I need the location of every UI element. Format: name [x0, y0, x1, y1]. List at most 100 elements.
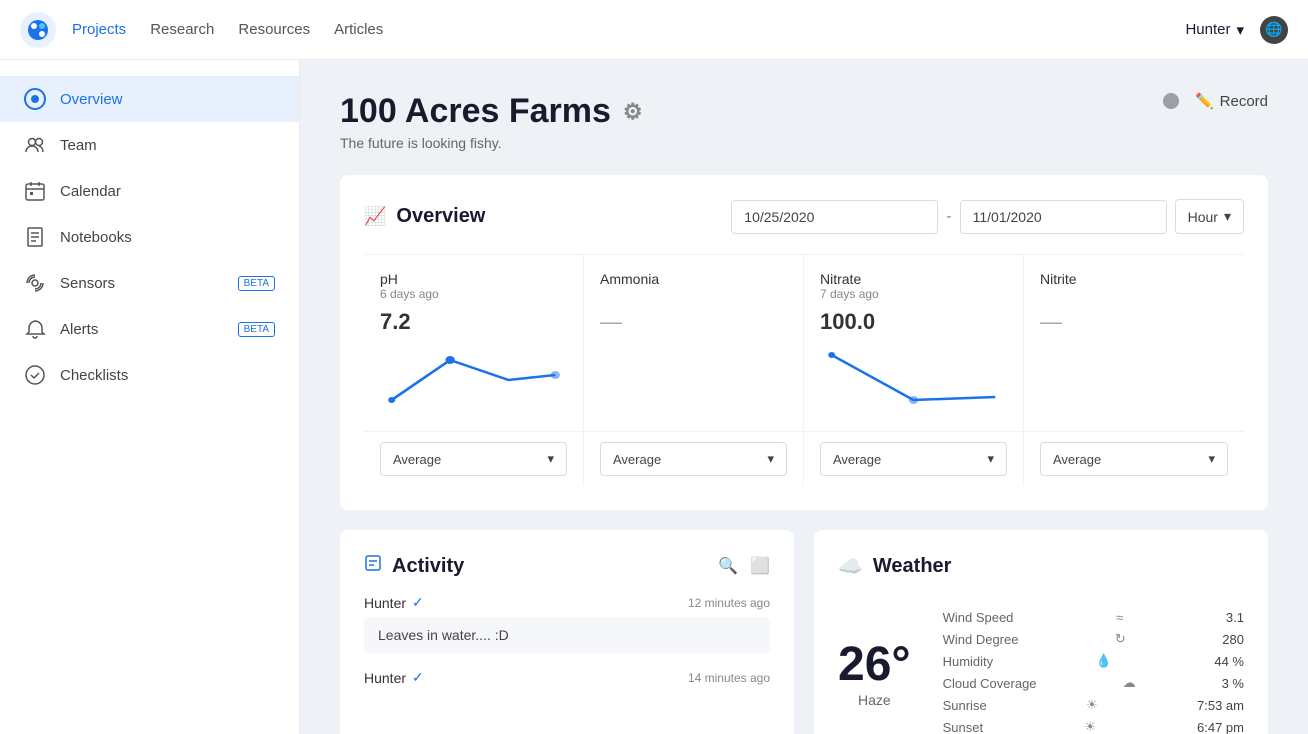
weather-wind-degree: Wind Degree ↻ 280 [943, 628, 1244, 650]
time-unit-label: Hour [1188, 209, 1218, 225]
ammonia-time [600, 287, 787, 301]
overview-card: 📈 Overview - Hour ▾ pH [340, 175, 1268, 510]
nav-resources[interactable]: Resources [238, 21, 310, 38]
nitrite-label: Nitrite [1040, 271, 1228, 287]
ammonia-chart [600, 335, 787, 415]
weather-cloud-coverage: Cloud Coverage ☁ 3 % [943, 672, 1244, 694]
chart-icon: 📈 [364, 206, 386, 227]
record-label: Record [1220, 93, 1268, 110]
activity-icon [364, 554, 382, 578]
pencil-icon: ✏️ [1195, 92, 1214, 110]
overview-card-header: 📈 Overview - Hour ▾ [364, 199, 1244, 234]
page-header-right: ✏️ Record [1163, 92, 1268, 110]
nav-articles[interactable]: Articles [334, 21, 383, 38]
weather-temp-area: 26° Haze [838, 637, 911, 708]
ammonia-average-dropdown[interactable]: Average ▾ [600, 442, 787, 476]
ammonia-label: Ammonia [600, 271, 787, 287]
wind-speed-icon: ≈ [1116, 610, 1123, 625]
app-logo[interactable] [20, 12, 56, 48]
nav-projects[interactable]: Projects [72, 21, 126, 38]
user-menu[interactable]: Hunter ▾ [1185, 21, 1244, 39]
page-header: 100 Acres Farms ⚙ The future is looking … [340, 92, 1268, 151]
team-icon [24, 134, 46, 156]
sidebar-item-checklists[interactable]: Checklists [0, 352, 299, 398]
nitrate-time: 7 days ago [820, 287, 1007, 301]
date-separator: - [946, 208, 951, 226]
weather-wind-speed: Wind Speed ≈ 3.1 [943, 607, 1244, 628]
ammonia-dropdown-cell: Average ▾ [584, 432, 804, 486]
activity-actions: 🔍 ⬜ [718, 556, 770, 576]
page-title: 100 Acres Farms ⚙ [340, 92, 643, 131]
weather-header: ☁️ Weather [838, 554, 1244, 579]
ammonia-dropdown-chevron: ▾ [767, 451, 774, 467]
weather-sunrise: Sunrise ☀ 7:53 am [943, 694, 1244, 716]
sidebar-item-sensors[interactable]: Sensors BETA [0, 260, 299, 306]
globe-icon[interactable]: 🌐 [1260, 16, 1288, 44]
nitrate-label: Nitrate [820, 271, 1007, 287]
dropdowns-row: Average ▾ Average ▾ Average ▾ [364, 431, 1244, 486]
sidebar-item-alerts[interactable]: Alerts BETA [0, 306, 299, 352]
cloud-coverage-icon: ☁ [1123, 675, 1136, 691]
ph-dropdown-chevron: ▾ [547, 451, 554, 467]
date-to-input[interactable] [960, 200, 1167, 234]
check-icon-1: ✓ [412, 669, 424, 686]
activity-message-0: Leaves in water.... :D [364, 617, 770, 653]
user-name: Hunter [1185, 21, 1230, 38]
time-unit-select[interactable]: Hour ▾ [1175, 199, 1244, 234]
record-button[interactable]: ✏️ Record [1195, 92, 1268, 110]
sidebar-item-notebooks[interactable]: Notebooks [0, 214, 299, 260]
sidebar-item-calendar[interactable]: Calendar [0, 168, 299, 214]
chevron-down-icon: ▾ [1224, 208, 1231, 225]
nitrate-value: 100.0 [820, 309, 1007, 335]
ph-dropdown-cell: Average ▾ [364, 432, 584, 486]
nitrite-average-dropdown[interactable]: Average ▾ [1040, 442, 1228, 476]
sidebar-label-team: Team [60, 137, 97, 154]
nitrite-chart [1040, 335, 1228, 415]
main-content: 100 Acres Farms ⚙ The future is looking … [300, 60, 1308, 734]
wind-degree-icon: ↻ [1115, 631, 1126, 647]
sensors-beta-badge: BETA [238, 276, 275, 291]
weather-humidity: Humidity 💧 44 % [943, 650, 1244, 672]
sidebar-label-checklists: Checklists [60, 367, 128, 384]
sidebar-label-alerts: Alerts [60, 321, 98, 338]
activity-user-0: Hunter ✓ [364, 594, 424, 611]
nitrate-dropdown-chevron: ▾ [987, 451, 994, 467]
gear-icon[interactable]: ⚙ [623, 99, 643, 125]
sunrise-icon: ☀ [1086, 697, 1098, 713]
sidebar-label-overview: Overview [60, 91, 123, 108]
nav-links: Projects Research Resources Articles [72, 21, 1185, 38]
ammonia-metric: Ammonia — [584, 255, 804, 431]
overview-icon [24, 88, 46, 110]
activity-time-0: 12 minutes ago [688, 596, 770, 610]
weather-card: ☁️ Weather 26° Haze Wind Speed ≈ 3.1 [814, 530, 1268, 734]
sidebar-label-sensors: Sensors [60, 275, 115, 292]
nitrite-value: — [1040, 309, 1228, 335]
status-dot [1163, 93, 1179, 109]
calendar-icon [24, 180, 46, 202]
search-icon[interactable]: 🔍 [718, 556, 738, 576]
overview-title: 📈 Overview [364, 205, 485, 228]
bottom-grid: Activity 🔍 ⬜ Hunter ✓ 12 minutes ago [340, 530, 1268, 734]
ph-average-dropdown[interactable]: Average ▾ [380, 442, 567, 476]
nitrite-metric: Nitrite — [1024, 255, 1244, 431]
date-from-input[interactable] [731, 200, 938, 234]
activity-entry-0: Hunter ✓ 12 minutes ago Leaves in water.… [364, 594, 770, 653]
expand-icon[interactable]: ⬜ [750, 556, 770, 576]
page-title-area: 100 Acres Farms ⚙ The future is looking … [340, 92, 643, 151]
metrics-grid: pH 6 days ago 7.2 Ammonia [364, 254, 1244, 431]
sunset-icon: ☀ [1084, 719, 1096, 734]
sidebar-label-notebooks: Notebooks [60, 229, 132, 246]
app-layout: Overview Team [0, 60, 1308, 734]
activity-entry-header-0: Hunter ✓ 12 minutes ago [364, 594, 770, 611]
nitrate-average-dropdown[interactable]: Average ▾ [820, 442, 1007, 476]
sidebar-item-team[interactable]: Team [0, 122, 299, 168]
checklists-icon [24, 364, 46, 386]
sidebar-item-overview[interactable]: Overview [0, 76, 299, 122]
nav-research[interactable]: Research [150, 21, 214, 38]
ph-time: 6 days ago [380, 287, 567, 301]
nitrate-dropdown-cell: Average ▾ [804, 432, 1024, 486]
nitrite-time [1040, 287, 1228, 301]
ph-value: 7.2 [380, 309, 567, 335]
ph-label: pH [380, 271, 567, 287]
activity-entry-header-1: Hunter ✓ 14 minutes ago [364, 669, 770, 686]
